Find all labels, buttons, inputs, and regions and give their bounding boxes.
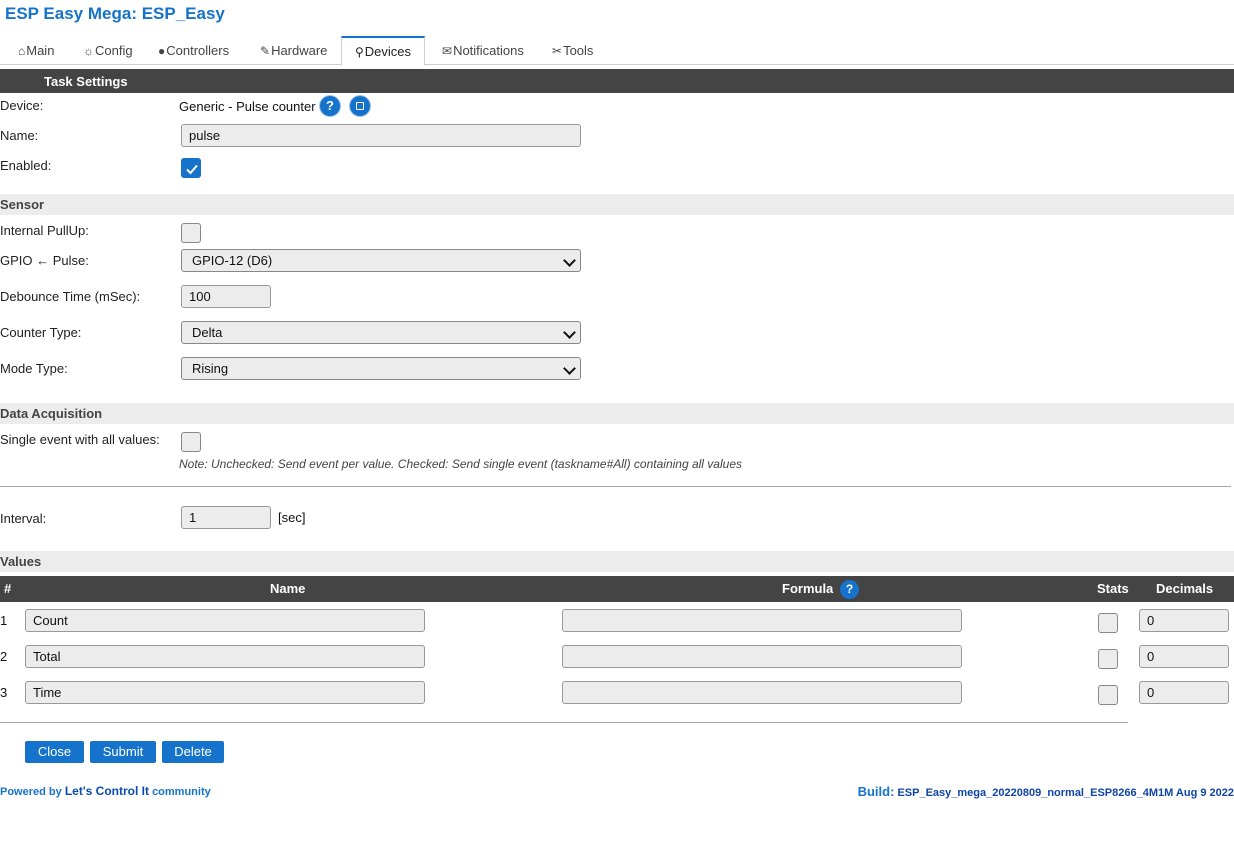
chevron-down-icon xyxy=(563,326,576,339)
tab-tools[interactable]: ✂Tools xyxy=(550,36,595,64)
submit-button[interactable]: Submit xyxy=(90,741,156,763)
question-icon: ? xyxy=(845,582,854,596)
tab-hardware[interactable]: ✎Hardware xyxy=(258,36,329,64)
values-table-header: # Name Formula ? Stats Decimals xyxy=(0,576,1234,602)
chevron-down-icon xyxy=(563,254,576,267)
home-icon: ⌂ xyxy=(18,44,26,58)
device-info-button[interactable] xyxy=(350,96,370,116)
build-info: Build: ESP_Easy_mega_20220809_normal_ESP… xyxy=(857,784,1234,799)
debounce-input[interactable]: 100 xyxy=(181,285,271,308)
interval-input[interactable]: 1 xyxy=(181,506,271,529)
col-formula: Formula xyxy=(782,581,834,596)
sensor-header: Sensor xyxy=(0,194,1234,215)
row-num: 3 xyxy=(0,685,8,700)
value-name-input[interactable]: Total xyxy=(25,645,425,668)
values-header: Values xyxy=(0,551,1234,572)
value-formula-input[interactable] xyxy=(562,609,962,632)
close-button[interactable]: Close xyxy=(25,741,84,763)
pullup-label: Internal PullUp: xyxy=(0,223,89,238)
col-stats: Stats xyxy=(1097,581,1129,596)
gpio-select[interactable]: GPIO-12 (D6) xyxy=(181,249,581,272)
col-decimals: Decimals xyxy=(1156,581,1214,596)
pullup-checkbox[interactable] xyxy=(181,223,201,243)
help-button[interactable]: ? xyxy=(320,96,340,116)
interval-unit: [sec] xyxy=(278,510,306,525)
square-icon xyxy=(356,102,364,110)
row-num: 2 xyxy=(0,649,8,664)
chat-icon: ● xyxy=(158,44,166,58)
counter-type-label: Counter Type: xyxy=(0,325,82,340)
device-label: Device: xyxy=(0,98,44,113)
row-num: 1 xyxy=(0,613,8,628)
value-decimals-input[interactable]: 0 xyxy=(1139,645,1229,668)
data-acquisition-header: Data Acquisition xyxy=(0,403,1234,424)
value-name-input[interactable]: Time xyxy=(25,681,425,704)
counter-type-select[interactable]: Delta xyxy=(181,321,581,344)
single-event-note: Note: Unchecked: Send event per value. C… xyxy=(179,457,742,471)
col-name: Name xyxy=(270,581,306,596)
single-event-checkbox[interactable] xyxy=(181,432,201,452)
powered-by: Powered by Let's Control It community xyxy=(0,784,211,798)
delete-button[interactable]: Delete xyxy=(162,741,224,763)
value-formula-input[interactable] xyxy=(562,645,962,668)
value-decimals-input[interactable]: 0 xyxy=(1139,681,1229,704)
device-value: Generic - Pulse counter xyxy=(179,99,316,114)
name-label: Name: xyxy=(0,128,39,143)
check-icon xyxy=(186,164,198,175)
task-settings-header: Task Settings xyxy=(0,69,1234,93)
debounce-label: Debounce Time (mSec): xyxy=(0,289,141,304)
page-title: ESP Easy Mega: ESP_Easy xyxy=(5,4,225,23)
mode-type-select[interactable]: Rising xyxy=(181,357,581,380)
enabled-checkbox[interactable] xyxy=(181,158,201,178)
divider xyxy=(0,722,1128,723)
interval-label: Interval: xyxy=(0,511,47,526)
divider xyxy=(0,486,1231,487)
value-stats-checkbox[interactable] xyxy=(1098,649,1118,669)
tab-main[interactable]: ⌂Main xyxy=(16,36,56,64)
tab-devices[interactable]: ⚲Devices xyxy=(341,36,426,66)
chevron-down-icon xyxy=(563,362,576,375)
name-input[interactable]: pulse xyxy=(181,124,581,147)
value-name-input[interactable]: Count xyxy=(25,609,425,632)
tab-config[interactable]: ☼Config xyxy=(81,36,135,64)
single-event-label: Single event with all values: xyxy=(0,432,160,447)
tab-notifications[interactable]: ✉Notifications xyxy=(440,36,526,64)
value-stats-checkbox[interactable] xyxy=(1098,613,1118,633)
mode-type-label: Mode Type: xyxy=(0,361,68,376)
tab-controllers[interactable]: ●Controllers xyxy=(156,36,231,64)
value-decimals-input[interactable]: 0 xyxy=(1139,609,1229,632)
plug-icon: ⚲ xyxy=(355,45,364,59)
envelope-icon: ✉ xyxy=(442,44,453,58)
pin-icon: ✎ xyxy=(260,44,271,58)
tab-bar: ⌂Main ☼Config ●Controllers ✎Hardware ⚲De… xyxy=(0,36,1234,66)
wrench-icon: ✂ xyxy=(552,44,563,58)
lets-control-it-link[interactable]: Let's Control It xyxy=(65,784,149,798)
formula-help-button[interactable]: ? xyxy=(840,580,859,599)
gpio-label: GPIO ← Pulse: xyxy=(0,253,89,268)
question-icon: ? xyxy=(326,98,334,113)
gear-icon: ☼ xyxy=(83,44,94,58)
value-formula-input[interactable] xyxy=(562,681,962,704)
col-num: # xyxy=(4,581,12,596)
value-stats-checkbox[interactable] xyxy=(1098,685,1118,705)
enabled-label: Enabled: xyxy=(0,158,52,173)
